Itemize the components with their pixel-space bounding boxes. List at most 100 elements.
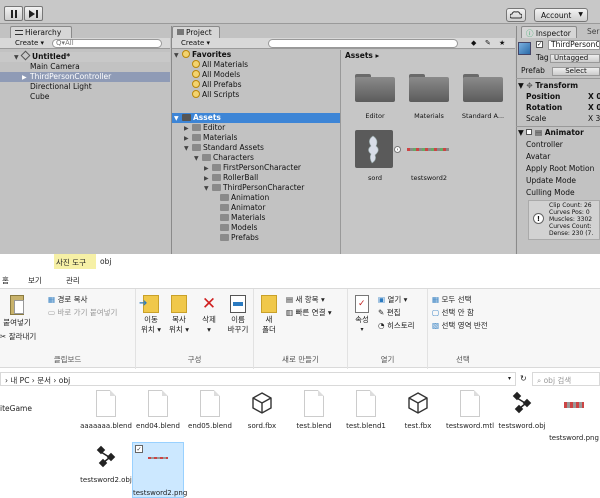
filter-label-icon[interactable]: ✎ — [482, 39, 494, 48]
tree-item-characters[interactable]: ▼ Characters — [172, 153, 340, 163]
tree-item-prefabs[interactable]: Prefabs — [172, 233, 340, 243]
tree-item-assets[interactable]: ▼ Assets — [172, 113, 340, 123]
object-name-field[interactable]: ThirdPersonCo — [548, 40, 600, 50]
scene-row[interactable]: ▼ Untitled* — [0, 50, 170, 62]
tree-item-materials-sub[interactable]: Materials — [172, 213, 340, 223]
delete-button[interactable]: ✕ 삭제 ▾ — [198, 295, 220, 335]
account-dropdown[interactable]: Account ▼ — [534, 8, 588, 22]
favorite-item[interactable]: All Materials — [172, 60, 340, 70]
tree-item-animation[interactable]: Animation — [172, 193, 340, 203]
asset-label: testsword2 — [411, 174, 447, 182]
create-button[interactable]: Create ▾ — [178, 39, 213, 48]
tab-inspector[interactable]: ⓘ Inspector — [521, 26, 577, 38]
favorites-header[interactable]: ▼ Favorites — [172, 50, 340, 60]
hierarchy-search-input[interactable]: Q▾All — [52, 39, 162, 48]
copy-path-button[interactable]: ▦ 경로 복사 — [48, 295, 87, 305]
enable-checkbox[interactable] — [526, 129, 533, 135]
favorite-item[interactable]: All Models — [172, 70, 340, 80]
file-item[interactable]: test.fbx — [392, 390, 444, 431]
hierarchy-item-thirdpersoncontroller[interactable]: ▶ ThirdPersonController — [0, 72, 170, 82]
tab-services[interactable]: Ser — [587, 27, 599, 36]
select-all-button[interactable]: ▦ 모두 선택 — [432, 295, 471, 305]
new-folder-button[interactable]: 새 폴더 — [258, 295, 280, 335]
open-button[interactable]: ▣ 열기 ▾ — [378, 295, 407, 305]
properties-button[interactable]: ✓ 속성 ▾ — [350, 295, 374, 335]
project-search-input[interactable] — [268, 39, 458, 48]
file-item[interactable]: aaaaaaa.blend — [80, 390, 132, 431]
info-line: Curves Pos: 0 — [549, 209, 590, 216]
favorite-item[interactable]: All Prefabs — [172, 80, 340, 90]
file-item[interactable]: end05.blend — [184, 390, 236, 431]
rename-button[interactable]: 이름 바꾸기 — [224, 295, 252, 335]
file-item[interactable]: test.blend1 — [340, 390, 392, 431]
cut-button[interactable]: ✂ 잘라내기 — [0, 332, 36, 342]
field-value[interactable]: X 0 — [588, 103, 600, 113]
asset-folder-editor[interactable] — [355, 74, 395, 102]
transform-icon: ✥ — [526, 81, 533, 90]
file-item[interactable]: testsword2.obj — [80, 444, 132, 485]
tree-item-materials[interactable]: ▶ Materials — [172, 133, 340, 143]
select-none-button[interactable]: ▢ 선택 안 함 — [432, 308, 474, 318]
tree-item-standard-assets[interactable]: ▼ Standard Assets — [172, 143, 340, 153]
search-input[interactable]: ⌕ obj 검색 — [532, 372, 600, 386]
nav-item[interactable]: iteGame — [0, 404, 32, 413]
tab-hierarchy[interactable]: Hierarchy — [10, 26, 72, 38]
tree-item-thirdpersoncharacter[interactable]: ▼ ThirdPersonCharacter — [172, 183, 340, 193]
copy-to-button[interactable]: 복사 위치 ▾ — [166, 295, 192, 335]
favorite-item[interactable]: All Scripts — [172, 90, 340, 100]
tree-item-rollerball[interactable]: ▶ RollerBall — [172, 173, 340, 183]
animator-header[interactable]: ▼ ▤ Animator — [518, 128, 584, 138]
prefab-select-button[interactable]: Select — [552, 67, 600, 76]
selection-checkbox[interactable]: ✓ — [135, 445, 143, 453]
file-item[interactable]: end04.blend — [132, 390, 184, 431]
tree-item-firstpersoncharacter[interactable]: ▶ FirstPersonCharacter — [172, 163, 340, 173]
field-value[interactable]: X 0 — [588, 92, 600, 102]
pause-button[interactable] — [4, 6, 23, 21]
refresh-icon[interactable]: ↻ — [520, 374, 527, 383]
asset-label: sord — [367, 174, 383, 182]
file-item[interactable]: testsword.png — [548, 390, 600, 443]
expand-model-icon[interactable]: › — [394, 146, 401, 153]
paste-shortcut-button[interactable]: ▭ 바로 가기 붙여넣기 — [48, 308, 117, 318]
address-bar[interactable]: › 내 PC › 문서 › obj ▾ — [0, 372, 516, 386]
tree-item-animator[interactable]: Animator — [172, 203, 340, 213]
tab-manage[interactable]: 관리 — [66, 275, 80, 286]
transform-header[interactable]: ▼ ✥ Transform — [518, 81, 578, 91]
tab-project[interactable]: Project — [172, 26, 220, 38]
tab-view[interactable]: 보기 — [28, 275, 42, 286]
file-item-selected[interactable]: ✓ testsword2.png — [132, 442, 187, 498]
filter-type-icon[interactable]: ◆ — [468, 39, 479, 48]
favorite-star-icon[interactable]: ★ — [496, 39, 508, 48]
file-item[interactable]: sord.fbx — [236, 390, 288, 431]
easy-access-button[interactable]: ▥ 빠른 연결 ▾ — [286, 308, 332, 318]
active-checkbox[interactable]: ✓ — [536, 41, 543, 48]
history-button[interactable]: ◔ 히스토리 — [378, 321, 415, 331]
step-button[interactable] — [24, 6, 43, 21]
create-button[interactable]: Create ▾ — [12, 39, 47, 48]
divider — [516, 126, 600, 127]
hierarchy-item-directional-light[interactable]: Directional Light — [0, 82, 170, 92]
paste-button[interactable]: 붙여넣기 — [0, 295, 34, 328]
texture-thumbnail[interactable] — [407, 148, 449, 151]
new-item-button[interactable]: ▤ 새 항목 ▾ — [286, 295, 325, 305]
invert-selection-button[interactable]: ▧ 선택 영역 반전 — [432, 321, 488, 331]
edit-button[interactable]: ✎ 편집 — [378, 308, 401, 318]
dropdown-arrow-icon: ▾ — [507, 375, 511, 382]
tab-home[interactable]: 홈 — [2, 275, 9, 286]
tree-item-models[interactable]: Models — [172, 223, 340, 233]
asset-folder-materials[interactable] — [409, 74, 449, 102]
unity-editor: Account ▼ Hierarchy Create ▾ Q▾All ▼ Untit… — [0, 0, 600, 254]
file-item[interactable]: testsword.mtl — [444, 390, 496, 431]
tag-dropdown[interactable]: Untagged — [550, 54, 600, 63]
tree-item-editor[interactable]: ▶ Editor — [172, 123, 340, 133]
blank-file-icon — [96, 390, 116, 417]
file-item[interactable]: test.blend — [288, 390, 340, 431]
hierarchy-item-main-camera[interactable]: Main Camera — [0, 62, 170, 72]
field-value[interactable]: X 3 — [588, 114, 600, 124]
move-to-button[interactable]: ➔ 이동 위치 ▾ — [138, 295, 164, 335]
hierarchy-item-cube[interactable]: Cube — [0, 92, 170, 102]
file-item[interactable]: testsword.obj — [496, 390, 548, 431]
cloud-button[interactable] — [506, 8, 526, 22]
asset-model-sord[interactable] — [355, 130, 393, 168]
asset-folder-standard-assets[interactable] — [463, 74, 503, 102]
